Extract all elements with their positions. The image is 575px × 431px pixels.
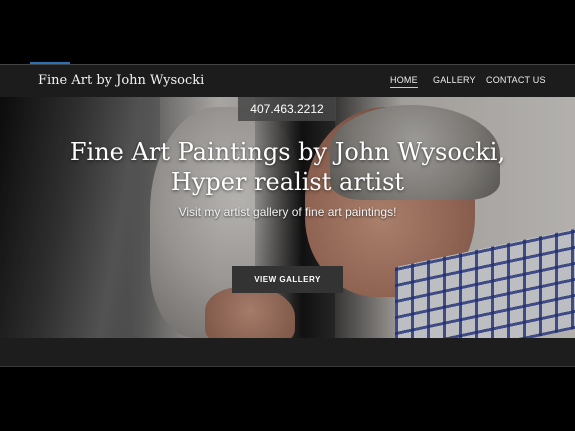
top-black-bar [0, 0, 575, 64]
footer-band [0, 338, 575, 366]
hero-title-line1: Fine Art Paintings by John Wysocki, [69, 138, 506, 166]
hero-subtitle: Visit my artist gallery of fine art pain… [178, 205, 397, 219]
hero-section: 407.463.2212 Fine Art Paintings by John … [0, 97, 575, 338]
hero-title-line2: Hyper realist artist [170, 168, 405, 196]
brand-logo-text[interactable]: Fine Art by John Wysocki [38, 73, 204, 88]
hero-title: Fine Art Paintings by John Wysocki, Hype… [0, 137, 575, 197]
phone-number[interactable]: 407.463.2212 [238, 97, 336, 121]
footer-divider [0, 366, 575, 367]
nav-contact-us[interactable]: CONTACT US [486, 75, 546, 85]
nav-gallery[interactable]: GALLERY [433, 75, 476, 85]
view-gallery-button[interactable]: VIEW GALLERY [232, 266, 343, 293]
navbar: Fine Art by John Wysocki HOME GALLERY CO… [0, 64, 575, 97]
nav-home[interactable]: HOME [390, 75, 418, 88]
